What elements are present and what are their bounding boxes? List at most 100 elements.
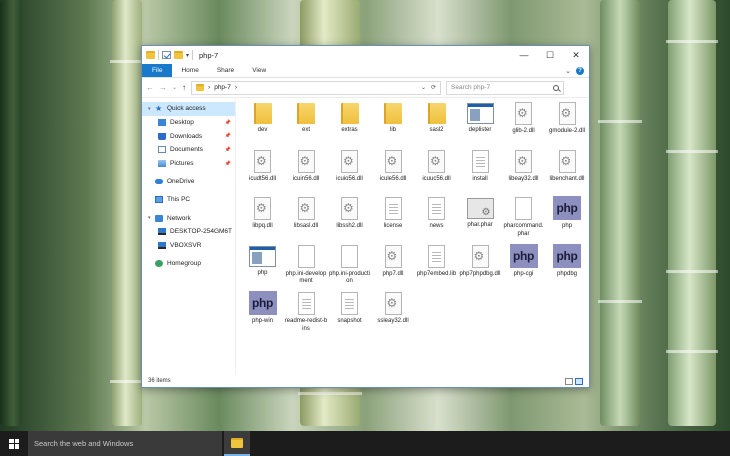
tab-share[interactable]: Share xyxy=(208,64,243,77)
taskbar-search-input[interactable]: Search the web and Windows xyxy=(28,431,222,456)
breadcrumb[interactable]: php-7 xyxy=(214,84,231,91)
nav-item-homegroup[interactable]: Homegroup xyxy=(142,257,235,271)
file-item[interactable]: snapshot xyxy=(328,291,371,339)
file-item[interactable]: icuin56.dll xyxy=(285,149,328,197)
file-item[interactable]: php7embed.lib xyxy=(415,244,458,292)
nav-item-quick-access[interactable]: ▾ ★ Quick access xyxy=(142,102,235,116)
file-item[interactable]: php xyxy=(241,244,284,292)
file-item[interactable]: php php xyxy=(546,196,589,244)
nav-item-vboxsvr[interactable]: VBOXSVR xyxy=(142,239,235,253)
taskbar-search-placeholder: Search the web and Windows xyxy=(34,439,134,448)
chevron-down-icon[interactable]: ⌄ xyxy=(565,67,571,75)
file-item[interactable]: glib-2.dll xyxy=(502,101,545,149)
gear-file-icon xyxy=(341,197,358,220)
address-dropdown-icon[interactable]: ⌄ xyxy=(421,84,426,91)
search-input[interactable]: Search php-7 xyxy=(446,80,565,95)
taskbar-file-explorer[interactable] xyxy=(224,431,250,456)
ribbon-tabs: File Home Share View ⌄ ? xyxy=(142,64,589,78)
details-view-icon[interactable] xyxy=(565,377,573,385)
file-item[interactable]: ssleay32.dll xyxy=(372,291,415,339)
customize-dropdown-icon[interactable]: ▾ xyxy=(186,52,189,59)
file-item[interactable]: php php-cgi xyxy=(502,243,545,292)
file-item[interactable]: php phpdbg xyxy=(546,243,589,292)
path-separator[interactable]: › xyxy=(235,84,237,91)
file-item[interactable]: libpq.dll xyxy=(241,196,284,244)
file-item[interactable]: icuuc56.dll xyxy=(415,149,458,197)
file-item[interactable]: sasl2 xyxy=(415,101,458,149)
file-item[interactable]: php.ini-development xyxy=(285,244,328,292)
quick-access-toolbar: ▾ xyxy=(146,50,194,60)
file-explorer-icon xyxy=(231,437,243,448)
nav-item-documents[interactable]: Documents 📌 xyxy=(142,143,235,157)
folder-file-icon xyxy=(427,103,446,124)
nav-item-desktop-pc[interactable]: DESKTOP-254GM6T xyxy=(142,225,235,239)
file-item[interactable]: license xyxy=(372,196,415,244)
close-button[interactable]: ✕ xyxy=(563,46,589,64)
file-item[interactable]: php.ini-production xyxy=(328,244,371,292)
file-item[interactable]: readme-redist-bins xyxy=(285,291,328,339)
refresh-icon[interactable]: ⟳ xyxy=(431,84,436,91)
file-item[interactable]: icuio56.dll xyxy=(328,149,371,197)
file-item[interactable]: news xyxy=(415,196,458,244)
file-name: php xyxy=(257,269,268,276)
file-item[interactable]: icudt56.dll xyxy=(241,149,284,197)
file-item[interactable]: libssh2.dll xyxy=(328,196,371,244)
file-name: php xyxy=(561,223,572,229)
large-icons-view-icon[interactable] xyxy=(575,377,583,385)
pin-icon: 📌 xyxy=(224,133,231,140)
up-button[interactable]: ↑ xyxy=(182,83,186,92)
file-item[interactable]: libeay32.dll xyxy=(502,149,545,197)
nav-item-pictures[interactable]: Pictures 📌 xyxy=(142,157,235,171)
file-name: license xyxy=(383,223,403,229)
file-item[interactable]: icule56.dll xyxy=(372,149,415,197)
network-icon xyxy=(155,214,163,222)
forward-button[interactable]: → xyxy=(159,83,167,92)
file-item[interactable]: deplister xyxy=(459,101,502,149)
doc-file-icon xyxy=(341,292,358,315)
nav-item-onedrive[interactable]: OneDrive xyxy=(142,175,235,189)
title-bar: ▾ php-7 — ☐ ✕ xyxy=(142,46,589,64)
file-item[interactable]: php7phpdbg.dll xyxy=(459,244,502,292)
minimize-button[interactable]: — xyxy=(511,46,537,64)
pin-icon: 📌 xyxy=(224,119,231,126)
file-item[interactable]: php php-win xyxy=(241,291,284,339)
nav-item-network[interactable]: ▾ Network xyxy=(142,211,235,225)
file-item[interactable]: phar.phar xyxy=(459,196,502,244)
file-item[interactable]: pharcommand.phar xyxy=(502,196,545,244)
gear-file-icon xyxy=(254,149,271,173)
file-item[interactable]: php7.dll xyxy=(372,244,415,292)
file-item[interactable]: extras xyxy=(328,101,371,149)
php-file-icon: php xyxy=(248,291,277,315)
maximize-button[interactable]: ☐ xyxy=(537,46,563,64)
file-name: phar.phar xyxy=(467,222,493,228)
file-item[interactable]: libsasl.dll xyxy=(285,196,328,244)
start-button[interactable] xyxy=(0,431,28,456)
file-item[interactable]: gmodule-2.dll xyxy=(546,101,589,149)
new-folder-icon[interactable] xyxy=(174,51,183,59)
tab-home[interactable]: Home xyxy=(172,64,207,77)
address-input[interactable]: › php-7 › ⌄ ⟳ xyxy=(191,80,442,95)
tab-view[interactable]: View xyxy=(243,64,275,77)
file-name: libenchant.dll xyxy=(549,175,585,182)
item-count: 36 items xyxy=(148,378,171,384)
back-button[interactable]: ← xyxy=(146,83,154,92)
file-item[interactable]: dev xyxy=(241,101,284,149)
file-name: icule56.dll xyxy=(379,175,407,182)
properties-icon[interactable] xyxy=(162,51,171,59)
search-placeholder: Search php-7 xyxy=(451,84,491,91)
blank-file-icon xyxy=(515,197,532,220)
recent-dropdown-icon[interactable]: ⌄ xyxy=(172,84,177,91)
monitor-icon xyxy=(158,242,166,250)
help-icon[interactable]: ? xyxy=(576,66,584,75)
file-item[interactable]: ext xyxy=(285,101,328,149)
nav-item-desktop[interactable]: Desktop 📌 xyxy=(142,116,235,130)
file-name: icuin56.dll xyxy=(292,175,320,182)
nav-item-this-pc[interactable]: This PC xyxy=(142,193,235,207)
file-item[interactable]: lib xyxy=(372,101,415,149)
file-item[interactable]: libenchant.dll xyxy=(546,149,589,197)
download-icon xyxy=(158,132,166,140)
file-item[interactable]: install xyxy=(459,149,502,197)
nav-item-downloads[interactable]: Downloads 📌 xyxy=(142,129,235,143)
folder-file-icon xyxy=(297,103,315,124)
tab-file[interactable]: File xyxy=(142,64,173,77)
